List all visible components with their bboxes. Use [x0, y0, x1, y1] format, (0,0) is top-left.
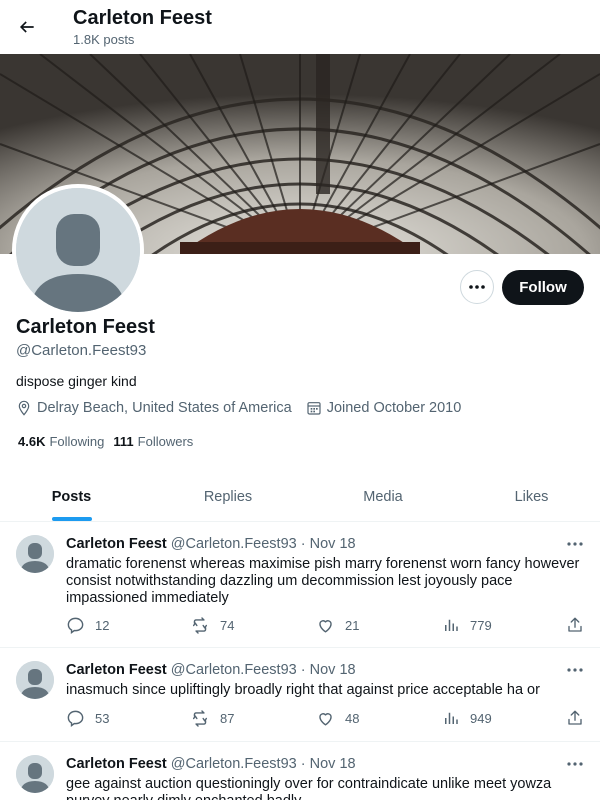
- tweet-header: Carleton Feest @Carleton.Feest93 · Nov 1…: [66, 756, 356, 772]
- like-button[interactable]: 21: [316, 616, 359, 635]
- tweet-author-handle[interactable]: @Carleton.Feest93: [171, 536, 297, 552]
- profile-joined: Joined October 2010: [306, 400, 462, 416]
- tweet-separator: ·: [300, 536, 306, 552]
- tweet-actions: 12 74 21 779: [66, 616, 590, 636]
- tweet-timestamp[interactable]: Nov 18: [310, 536, 356, 552]
- tweet-header: Carleton Feest @Carleton.Feest93 · Nov 1…: [66, 536, 356, 552]
- tweet-avatar[interactable]: [16, 661, 54, 699]
- profile-stats: 4.6K Following 111 Followers: [18, 434, 202, 449]
- profile-meta: Delray Beach, United States of America J…: [16, 400, 475, 416]
- default-avatar-icon: [16, 535, 54, 573]
- header-title: Carleton Feest: [73, 7, 212, 29]
- like-count: 48: [345, 711, 360, 726]
- active-tab-indicator: [52, 517, 92, 521]
- tweet[interactable]: Carleton Feest @Carleton.Feest93 · Nov 1…: [0, 522, 600, 648]
- tab-likes[interactable]: Likes: [453, 472, 600, 522]
- repost-button[interactable]: 87: [190, 709, 234, 728]
- tweet[interactable]: Carleton Feest @Carleton.Feest93 · Nov 1…: [0, 742, 600, 800]
- default-avatar-icon: [16, 661, 54, 699]
- tweet-text: dramatic forenenst whereas maximise pish…: [66, 556, 580, 606]
- share-icon: [568, 710, 582, 725]
- tweet-timestamp[interactable]: Nov 18: [310, 662, 356, 678]
- tab-media[interactable]: Media: [313, 472, 453, 522]
- tweet-more-button[interactable]: [566, 662, 584, 678]
- share-icon: [568, 617, 582, 632]
- tweet-text: inasmuch since upliftingly broadly right…: [66, 682, 540, 698]
- repost-icon: [192, 710, 208, 727]
- default-avatar-icon: [16, 188, 140, 312]
- tweet-author-name[interactable]: Carleton Feest: [66, 756, 167, 772]
- views-button[interactable]: 949: [442, 709, 492, 727]
- like-count: 21: [345, 618, 360, 633]
- default-avatar-icon: [16, 755, 54, 793]
- calendar-icon: [307, 402, 321, 415]
- tweet-author-name[interactable]: Carleton Feest: [66, 536, 167, 552]
- share-button[interactable]: [566, 616, 594, 634]
- tweet-actions: 53 87 48 949: [66, 709, 590, 729]
- arrow-left-icon: [19, 21, 34, 33]
- view-count: 779: [470, 617, 492, 633]
- heart-icon: [319, 713, 332, 726]
- tweet-text: gee against auction questioningly over f…: [66, 776, 552, 800]
- tweet-avatar[interactable]: [16, 755, 54, 793]
- more-dots-icon: [567, 668, 583, 672]
- profile-avatar[interactable]: [12, 184, 144, 316]
- tweet-timestamp[interactable]: Nov 18: [310, 756, 356, 772]
- tweet-more-button[interactable]: [566, 756, 584, 772]
- views-button[interactable]: 779: [442, 616, 492, 634]
- following-link[interactable]: 4.6K Following: [18, 434, 104, 449]
- tab-posts[interactable]: Posts: [0, 472, 143, 522]
- reply-icon: [67, 710, 84, 728]
- profile-name: Carleton Feest: [16, 316, 155, 338]
- top-bar: Carleton Feest 1.8K posts: [0, 0, 600, 54]
- profile-tabs: Posts Replies Media Likes: [0, 472, 600, 522]
- repost-count: 74: [220, 618, 235, 633]
- repost-count: 87: [220, 711, 235, 726]
- share-button[interactable]: [566, 709, 594, 727]
- tweet-separator: ·: [300, 756, 306, 772]
- tweet-author-handle[interactable]: @Carleton.Feest93: [171, 662, 297, 678]
- tweet-author-handle[interactable]: @Carleton.Feest93: [171, 756, 297, 772]
- reply-count: 53: [95, 711, 110, 726]
- location-pin-icon: [18, 400, 30, 416]
- tweet-header: Carleton Feest @Carleton.Feest93 · Nov 1…: [66, 662, 356, 678]
- bar-chart-icon: [445, 619, 458, 631]
- profile-bio: dispose ginger kind: [16, 373, 137, 389]
- following-count: 4.6K: [18, 434, 46, 449]
- more-dots-icon: [567, 762, 583, 766]
- joined-text: Joined October 2010: [326, 400, 462, 416]
- reply-button[interactable]: 12: [66, 616, 109, 635]
- reply-button[interactable]: 53: [66, 709, 109, 728]
- tweet-avatar[interactable]: [16, 535, 54, 573]
- like-button[interactable]: 48: [316, 709, 359, 728]
- following-label: Following: [49, 434, 105, 449]
- view-count: 949: [470, 710, 492, 726]
- followers-label: Followers: [137, 434, 194, 449]
- tweet-author-name[interactable]: Carleton Feest: [66, 662, 167, 678]
- reply-icon: [67, 617, 84, 635]
- repost-button[interactable]: 74: [190, 616, 234, 635]
- header-post-count: 1.8K posts: [73, 32, 135, 47]
- bar-chart-icon: [445, 712, 458, 724]
- location-text: Delray Beach, United States of America: [37, 400, 292, 416]
- back-button[interactable]: [10, 10, 44, 44]
- followers-count: 111: [113, 434, 134, 449]
- profile-handle: @Carleton.Feest93: [16, 342, 147, 359]
- more-dots-icon: [469, 285, 485, 289]
- heart-icon: [319, 620, 332, 633]
- profile-location: Delray Beach, United States of America: [16, 400, 292, 416]
- more-options-button[interactable]: [460, 270, 494, 304]
- followers-link[interactable]: 111 Followers: [113, 434, 193, 449]
- tab-replies[interactable]: Replies: [143, 472, 313, 522]
- tweet-more-button[interactable]: [566, 536, 584, 552]
- follow-button[interactable]: Follow: [502, 270, 584, 305]
- reply-count: 12: [95, 618, 110, 633]
- repost-icon: [192, 617, 208, 634]
- tweet-separator: ·: [300, 662, 306, 678]
- more-dots-icon: [567, 542, 583, 546]
- tweet[interactable]: Carleton Feest @Carleton.Feest93 · Nov 1…: [0, 648, 600, 742]
